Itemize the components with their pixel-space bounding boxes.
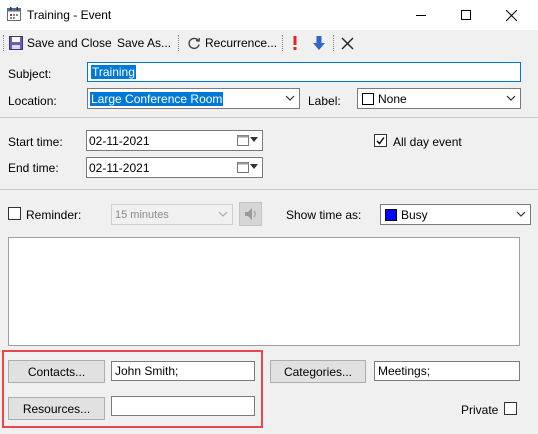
delete-button[interactable]	[341, 33, 354, 53]
contacts-input[interactable]: John Smith;	[111, 361, 255, 381]
exclamation-icon	[293, 36, 297, 50]
minimize-icon	[415, 15, 426, 16]
start-date-value: 02-11-2021	[89, 133, 150, 148]
toolbar-separator	[282, 35, 283, 51]
location-value: Large Conference Room	[90, 91, 224, 106]
show-time-as-label: Show time as:	[286, 208, 362, 222]
divider	[0, 117, 538, 118]
location-combobox[interactable]: Large Conference Room	[87, 88, 300, 109]
end-date-picker[interactable]: 02-11-2021	[86, 157, 263, 178]
chevron-down-icon	[218, 211, 228, 217]
label-combobox[interactable]: None	[357, 88, 521, 109]
categories-button[interactable]: Categories...	[270, 360, 366, 383]
recurrence-label: Recurrence...	[205, 36, 278, 50]
show-time-as-combobox[interactable]: Busy	[380, 204, 531, 225]
categories-input[interactable]: Meetings;	[374, 361, 520, 381]
end-date-value: 02-11-2021	[89, 160, 150, 175]
reminder-sound-button[interactable]	[239, 202, 262, 226]
label-label: Label:	[308, 94, 341, 108]
save-and-close-button[interactable]: Save and Close	[9, 33, 112, 53]
contacts-button-label: Contacts...	[27, 364, 86, 379]
calendar-dropdown-button[interactable]	[237, 161, 258, 173]
toolbar-grip	[3, 35, 4, 51]
calendar-dropdown-button[interactable]	[237, 134, 258, 146]
calendar-icon	[237, 162, 249, 173]
speaker-icon	[244, 208, 256, 220]
close-icon	[506, 9, 517, 21]
contacts-button[interactable]: Contacts...	[8, 360, 105, 383]
all-day-label: All day event	[393, 135, 462, 149]
maximize-icon	[460, 10, 471, 20]
label-value: None	[378, 91, 407, 106]
subject-label: Subject:	[8, 67, 52, 81]
delete-x-icon	[341, 37, 354, 49]
reminder-checkbox[interactable]	[8, 207, 21, 220]
subject-value: Training	[91, 65, 136, 79]
calendar-icon	[7, 7, 21, 21]
resources-button-label: Resources...	[22, 401, 91, 416]
floppy-disk-icon	[9, 36, 23, 50]
toolbar-separator	[333, 35, 334, 51]
window-title: Training - Event	[27, 8, 112, 22]
resources-input[interactable]	[111, 396, 255, 416]
reminder-label: Reminder:	[26, 208, 82, 222]
reminder-value: 15 minutes	[115, 208, 169, 221]
chevron-down-icon	[516, 211, 526, 217]
dropdown-arrow-icon	[250, 164, 258, 169]
calendar-icon	[237, 135, 249, 146]
show-time-as-value: Busy	[401, 207, 428, 222]
private-checkbox[interactable]	[504, 402, 517, 415]
busy-color-swatch	[385, 208, 397, 221]
down-arrow-icon	[313, 36, 325, 50]
chevron-down-icon	[506, 95, 516, 101]
divider	[0, 189, 538, 190]
end-time-label: End time:	[8, 161, 59, 175]
toolbar-separator	[178, 35, 179, 51]
save-as-button[interactable]: Save As...	[117, 33, 171, 53]
start-time-label: Start time:	[8, 135, 63, 149]
recurrence-button[interactable]: Recurrence...	[187, 33, 277, 53]
private-label: Private	[461, 403, 499, 417]
checkmark-icon	[376, 137, 385, 145]
recurrence-icon	[188, 37, 200, 50]
dropdown-arrow-icon	[250, 137, 258, 142]
all-day-checkbox[interactable]	[374, 134, 387, 147]
save-and-close-label: Save and Close	[27, 36, 112, 50]
location-label: Location:	[8, 94, 57, 108]
chevron-down-icon	[285, 95, 295, 101]
notes-textarea[interactable]	[8, 237, 520, 346]
high-importance-button[interactable]	[291, 33, 299, 53]
reminder-combobox[interactable]: 15 minutes	[111, 204, 233, 225]
categories-button-label: Categories...	[283, 364, 353, 379]
save-as-label: Save As...	[117, 36, 172, 50]
close-window-button[interactable]	[489, 0, 534, 30]
low-importance-button[interactable]	[312, 33, 326, 53]
resources-button[interactable]: Resources...	[8, 397, 105, 420]
subject-input[interactable]: Training	[87, 62, 521, 82]
label-color-swatch	[362, 92, 374, 105]
maximize-button[interactable]	[443, 0, 488, 30]
minimize-button[interactable]	[398, 0, 443, 30]
start-date-picker[interactable]: 02-11-2021	[86, 130, 263, 151]
